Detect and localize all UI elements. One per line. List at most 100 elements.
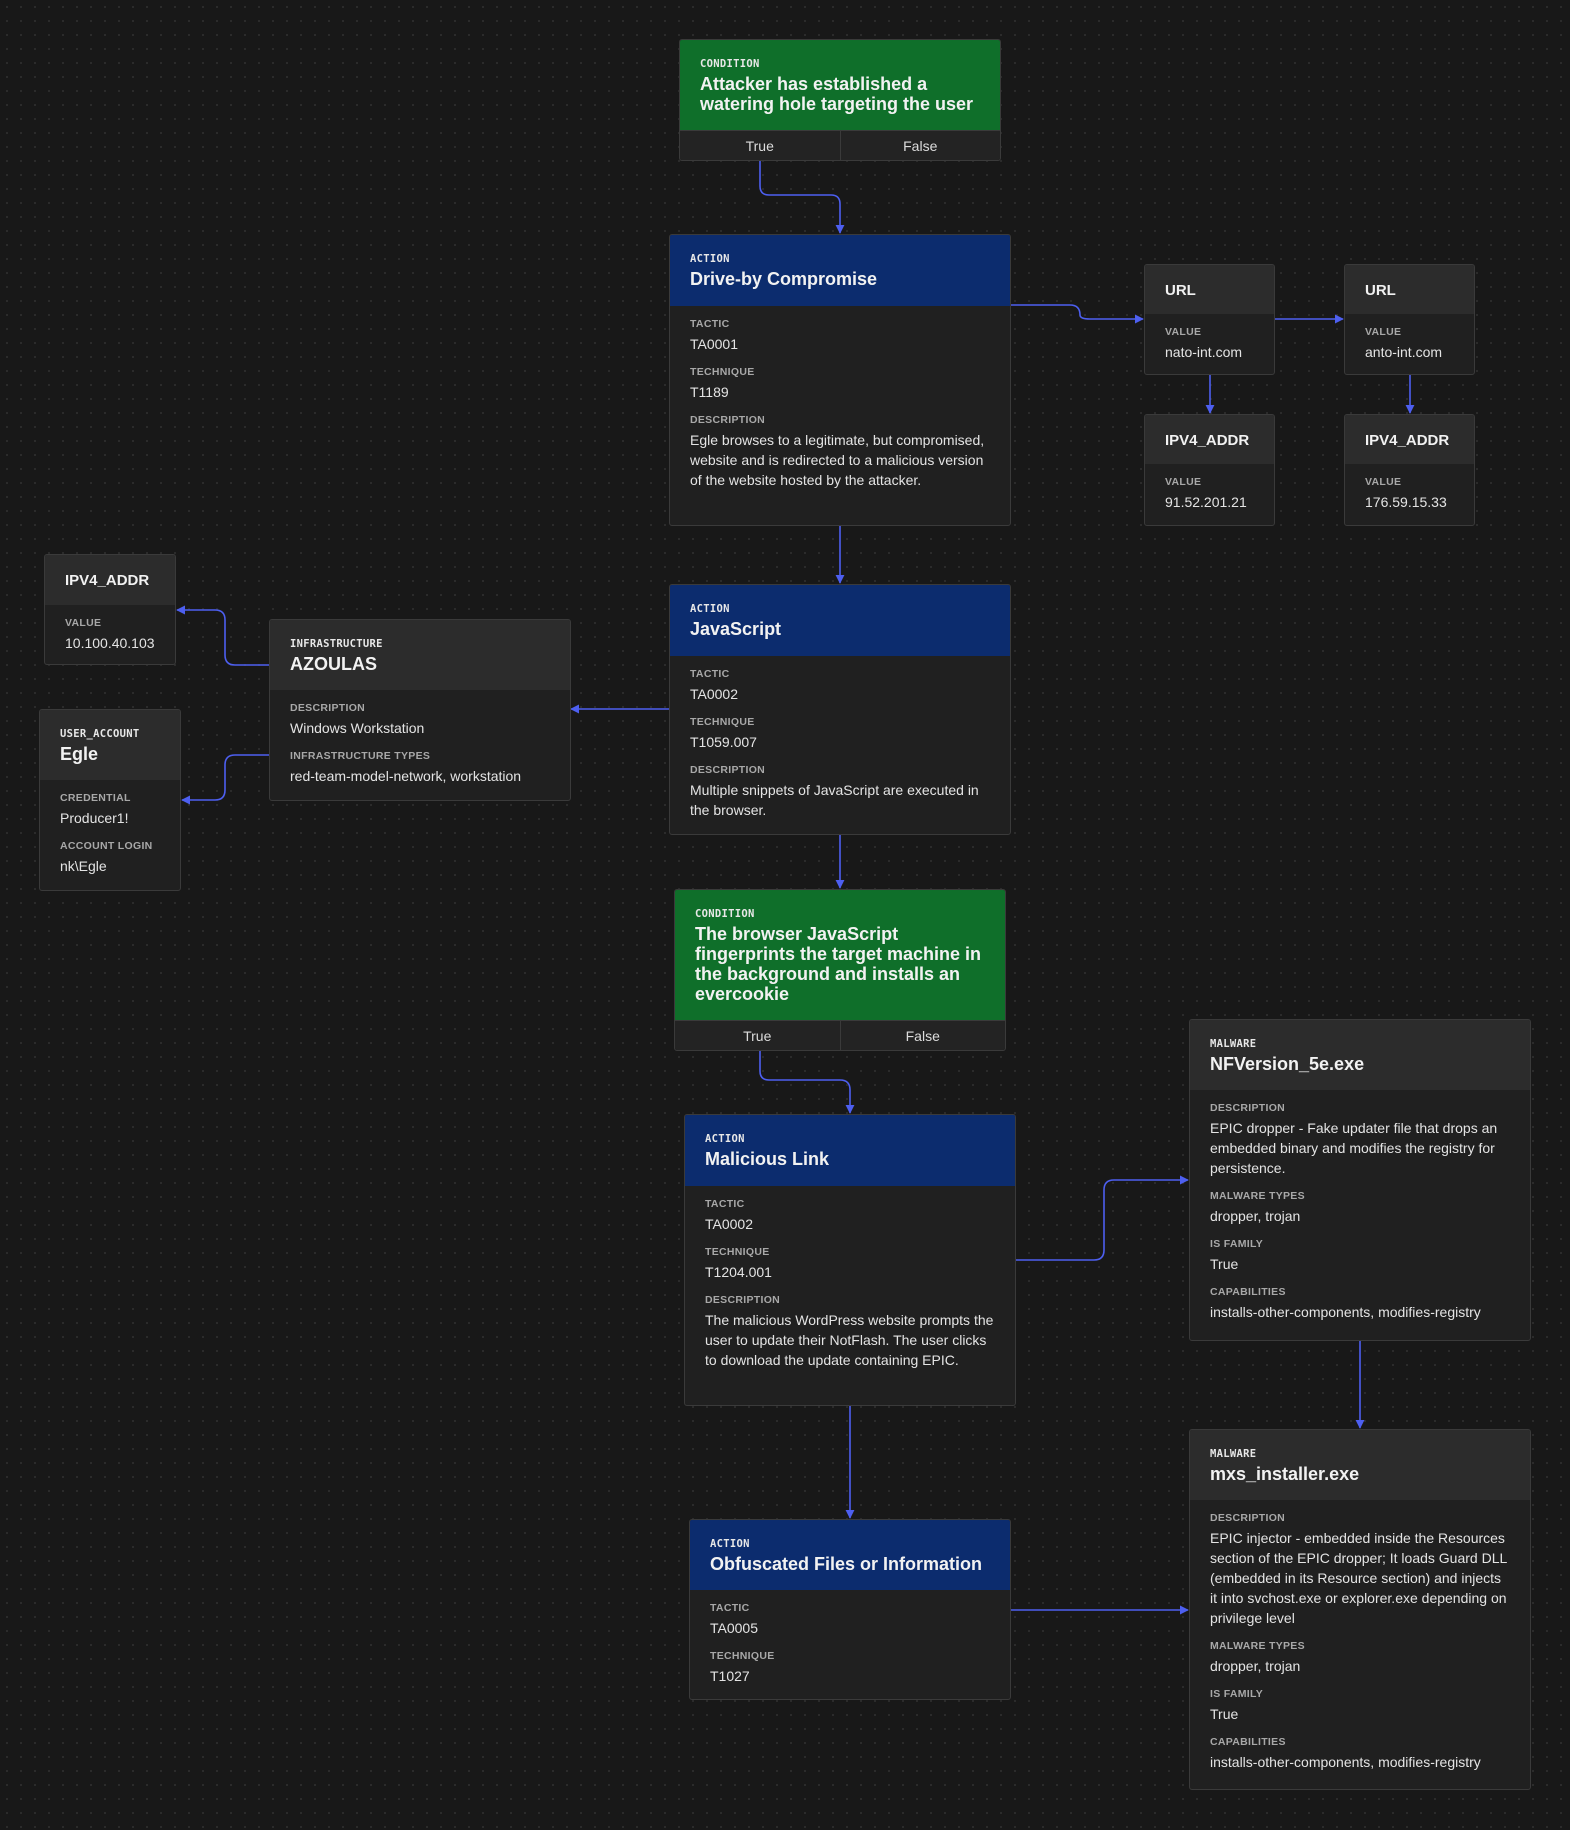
action-node-drive-by-compromise[interactable]: Action Drive-by Compromise Tactic TA0001 … — [669, 234, 1011, 526]
field-label-credential: Credential — [60, 792, 131, 804]
node-kind: User_Account — [60, 728, 140, 740]
malware-node-nfversion[interactable]: Malware NFVersion_5e.exe Description EPIC… — [1189, 1019, 1531, 1341]
url-node-nato-int[interactable]: URL Value nato-int.com — [1144, 264, 1275, 375]
field-value-technique: T1059.007 — [690, 734, 757, 750]
node-title: JavaScript — [690, 619, 782, 639]
field-value-is-family: True — [1210, 1256, 1239, 1272]
field-label-technique: Technique — [690, 366, 755, 378]
user-account-node-egle[interactable]: User_Account Egle Credential Producer1! A… — [39, 709, 181, 891]
node-title: The browser JavaScript fingerprints the … — [695, 924, 982, 1004]
field-value-malware-types: dropper, trojan — [1210, 1208, 1301, 1224]
node-kind: Malware — [1210, 1448, 1257, 1460]
node-title: Drive-by Compromise — [690, 269, 878, 289]
field-label-is-family: Is Family — [1210, 1688, 1264, 1700]
field-label-value: Value — [1165, 326, 1202, 338]
infrastructure-node-azoulas[interactable]: Infrastructure AZOULAS Description Window… — [269, 619, 571, 801]
field-value-account-login: nk\Egle — [60, 858, 107, 874]
field-label-malware-types: Malware Types — [1210, 1190, 1305, 1202]
node-title: Malicious Link — [705, 1149, 830, 1169]
node-kind: Action — [690, 253, 730, 265]
branch-true[interactable]: True — [675, 1021, 840, 1050]
branch-row: True False — [680, 130, 1001, 160]
node-kind: Action — [705, 1133, 745, 1145]
field-label-infrastructure-types: Infrastructure Types — [290, 750, 431, 762]
malware-node-mxs-installer[interactable]: Malware mxs_installer.exe Description EPI… — [1189, 1429, 1531, 1790]
field-value-is-family: True — [1210, 1706, 1239, 1722]
field-label-technique: Technique — [710, 1650, 775, 1662]
field-label-technique: Technique — [690, 716, 755, 728]
field-label-is-family: Is Family — [1210, 1238, 1264, 1250]
branch-false[interactable]: False — [839, 1021, 1006, 1050]
node-title: Egle — [60, 744, 99, 764]
condition-node-watering-hole[interactable]: Condition Attacker has established a wat… — [679, 39, 1001, 161]
field-label-description: Description — [690, 764, 766, 776]
field-label-tactic: Tactic — [690, 318, 730, 330]
field-label-value: Value — [1365, 326, 1402, 338]
field-label-malware-types: Malware Types — [1210, 1640, 1305, 1652]
field-value-description: Multiple snippets of JavaScript are exec… — [690, 782, 979, 818]
node-title: AZOULAS — [290, 654, 377, 674]
field-value-malware-types: dropper, trojan — [1210, 1658, 1301, 1674]
action-node-obfuscated-files[interactable]: Action Obfuscated Files or Information T… — [689, 1519, 1011, 1700]
branch-true[interactable]: True — [680, 131, 840, 160]
field-value-value: 10.100.40.103 — [65, 635, 155, 651]
field-value-capabilities: installs-other-components, modifies-regi… — [1210, 1754, 1481, 1770]
field-label-capabilities: Capabilities — [1210, 1286, 1286, 1298]
field-label-description: Description — [690, 414, 766, 426]
ipv4-node-91-52-201-21[interactable]: IPV4_ADDR Value 91.52.201.21 — [1144, 414, 1275, 526]
action-node-malicious-link[interactable]: Action Malicious Link Tactic TA0002 Techn… — [684, 1114, 1016, 1406]
action-node-javascript[interactable]: Action JavaScript Tactic TA0002 Technique… — [669, 584, 1011, 835]
field-value-value: nato-int.com — [1165, 344, 1243, 360]
field-value-infrastructure-types: red-team-model-network, workstation — [290, 768, 522, 784]
ipv4-node-10-100-40-103[interactable]: IPV4_ADDR Value 10.100.40.103 — [44, 554, 176, 665]
edge-cond1-true-to-action1 — [759, 160, 845, 234]
edge-action3-to-mal1 — [1016, 1175, 1189, 1261]
node-kind: Condition — [695, 908, 755, 920]
url-node-anto-int[interactable]: URL Value anto-int.com — [1344, 264, 1475, 375]
node-title: URL — [1165, 282, 1196, 299]
field-value-tactic: TA0002 — [690, 686, 738, 702]
edge-infra-to-user — [181, 754, 269, 805]
field-label-value: Value — [1165, 476, 1202, 488]
field-value-description: Windows Workstation — [290, 720, 425, 736]
field-label-description: Description — [1210, 1512, 1286, 1524]
node-title: Attacker has established a watering hole… — [700, 74, 974, 114]
node-kind: Infrastructure — [290, 638, 383, 650]
condition-node-fingerprint-evercookie[interactable]: Condition The browser JavaScript fingerp… — [674, 889, 1006, 1051]
edge-infra-to-ip3 — [176, 605, 269, 666]
edge-action1-to-url1 — [1010, 304, 1144, 324]
field-label-value: Value — [65, 617, 102, 629]
field-value-technique: T1204.001 — [705, 1264, 772, 1280]
edge-cond2-true-to-action3 — [759, 1050, 855, 1114]
field-value-tactic: TA0002 — [705, 1216, 753, 1232]
field-value-value: anto-int.com — [1365, 344, 1443, 360]
node-title: IPV4_ADDR — [1165, 432, 1250, 449]
branch-row: True False — [675, 1020, 1006, 1050]
field-value-value: 91.52.201.21 — [1165, 494, 1247, 510]
field-value-technique: T1189 — [690, 384, 729, 400]
field-value-credential: Producer1! — [60, 810, 129, 826]
field-label-description: Description — [290, 702, 366, 714]
field-label-description: Description — [705, 1294, 781, 1306]
field-label-technique: Technique — [705, 1246, 770, 1258]
field-label-account-login: Account Login — [60, 840, 153, 852]
node-title: IPV4_ADDR — [65, 572, 150, 589]
field-value-tactic: TA0005 — [710, 1620, 758, 1636]
field-value-technique: T1027 — [710, 1668, 750, 1684]
node-title: IPV4_ADDR — [1365, 432, 1450, 449]
branch-false[interactable]: False — [839, 131, 1001, 160]
field-label-value: Value — [1365, 476, 1402, 488]
node-kind: Action — [690, 603, 730, 615]
field-value-description: EPIC injector - embedded inside the Reso… — [1210, 1530, 1507, 1626]
node-kind: Condition — [700, 58, 760, 70]
node-kind: Malware — [1210, 1038, 1257, 1050]
node-title: Obfuscated Files or Information — [710, 1554, 983, 1574]
ipv4-node-176-59-15-33[interactable]: IPV4_ADDR Value 176.59.15.33 — [1344, 414, 1475, 526]
field-value-description: EPIC dropper - Fake updater file that dr… — [1210, 1120, 1498, 1176]
field-label-tactic: Tactic — [710, 1602, 750, 1614]
node-title: URL — [1365, 282, 1396, 299]
field-label-capabilities: Capabilities — [1210, 1736, 1286, 1748]
field-label-tactic: Tactic — [705, 1198, 745, 1210]
field-value-tactic: TA0001 — [690, 336, 738, 352]
field-label-description: Description — [1210, 1102, 1286, 1114]
